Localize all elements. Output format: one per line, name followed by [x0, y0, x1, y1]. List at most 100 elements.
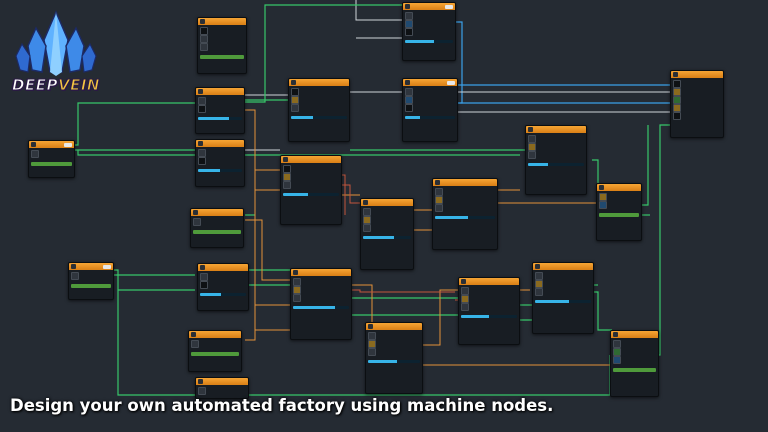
marketing-caption: Design your own automated factory using … — [10, 396, 554, 415]
node-build-button[interactable] — [31, 162, 72, 166]
slot[interactable] — [613, 340, 621, 348]
machine-node[interactable] — [195, 139, 245, 187]
slot[interactable] — [293, 286, 301, 294]
machine-node[interactable] — [432, 178, 498, 250]
slot[interactable] — [363, 208, 371, 216]
slot[interactable] — [291, 88, 299, 96]
machine-icon — [528, 127, 533, 132]
slot[interactable] — [673, 80, 681, 88]
crystal-logo-icon — [15, 10, 97, 76]
slot[interactable] — [405, 104, 413, 112]
machine-node[interactable] — [197, 17, 247, 74]
slot[interactable] — [535, 280, 543, 288]
machine-icon — [599, 185, 604, 190]
slot[interactable] — [673, 88, 681, 96]
slot[interactable] — [200, 43, 208, 51]
slot[interactable] — [198, 387, 206, 395]
machine-node[interactable] — [190, 208, 244, 248]
slot[interactable] — [363, 216, 371, 224]
slot[interactable] — [528, 143, 536, 151]
slot[interactable] — [599, 201, 607, 209]
slot[interactable] — [31, 150, 39, 158]
slot[interactable] — [283, 165, 291, 173]
machine-icon — [198, 379, 203, 384]
slot[interactable] — [191, 340, 199, 348]
machine-node[interactable] — [596, 183, 642, 241]
slot[interactable] — [461, 303, 469, 311]
node-build-button[interactable] — [599, 213, 639, 217]
slot[interactable] — [293, 294, 301, 302]
node-build-button[interactable] — [200, 55, 244, 59]
machine-icon — [535, 264, 540, 269]
slot[interactable] — [435, 204, 443, 212]
node-toggle[interactable] — [64, 142, 72, 147]
slot[interactable] — [198, 97, 206, 105]
slot[interactable] — [535, 288, 543, 296]
slot[interactable] — [405, 88, 413, 96]
slot[interactable] — [198, 105, 206, 113]
node-build-button[interactable] — [71, 284, 111, 288]
machine-node[interactable] — [402, 78, 458, 142]
slot[interactable] — [405, 12, 413, 20]
slot[interactable] — [283, 181, 291, 189]
slot[interactable] — [461, 295, 469, 303]
slot[interactable] — [435, 196, 443, 204]
machine-node[interactable] — [188, 330, 242, 372]
factory-canvas[interactable]: DEEPVEIN Design your own automated facto… — [0, 0, 768, 432]
node-toggle[interactable] — [103, 264, 111, 269]
slot[interactable] — [405, 28, 413, 36]
slot[interactable] — [368, 340, 376, 348]
slot[interactable] — [363, 224, 371, 232]
slot[interactable] — [200, 273, 208, 281]
slot[interactable] — [673, 112, 681, 120]
slot[interactable] — [200, 27, 208, 35]
slot[interactable] — [291, 96, 299, 104]
slot[interactable] — [291, 104, 299, 112]
slot[interactable] — [528, 135, 536, 143]
slot[interactable] — [405, 20, 413, 28]
slot[interactable] — [293, 278, 301, 286]
slot[interactable] — [198, 149, 206, 157]
node-build-button[interactable] — [191, 352, 239, 356]
slot[interactable] — [435, 188, 443, 196]
machine-node[interactable] — [280, 155, 342, 225]
slot[interactable] — [613, 348, 621, 356]
slot[interactable] — [368, 332, 376, 340]
node-toggle[interactable] — [447, 80, 455, 85]
machine-node[interactable] — [670, 70, 724, 138]
node-build-button[interactable] — [613, 368, 656, 372]
slot[interactable] — [405, 96, 413, 104]
slot[interactable] — [613, 356, 621, 364]
machine-node[interactable] — [525, 125, 587, 195]
slot[interactable] — [200, 35, 208, 43]
slot[interactable] — [198, 157, 206, 165]
slot[interactable] — [673, 104, 681, 112]
node-build-button[interactable] — [193, 230, 241, 234]
slot[interactable] — [200, 281, 208, 289]
node-toggle[interactable] — [445, 4, 453, 9]
slot[interactable] — [528, 151, 536, 159]
machine-node[interactable] — [195, 87, 245, 134]
machine-node[interactable] — [197, 263, 249, 311]
slot[interactable] — [283, 173, 291, 181]
machine-node[interactable] — [365, 322, 423, 394]
slot[interactable] — [368, 348, 376, 356]
machine-node[interactable] — [28, 140, 75, 178]
progress-bar — [535, 300, 591, 303]
machine-node[interactable] — [288, 78, 350, 142]
machine-node[interactable] — [68, 262, 114, 300]
progress-bar — [293, 306, 349, 309]
machine-node[interactable] — [458, 277, 520, 345]
slot[interactable] — [535, 272, 543, 280]
machine-node[interactable] — [610, 330, 659, 397]
machine-node[interactable] — [290, 268, 352, 340]
machine-node[interactable] — [532, 262, 594, 334]
machine-node[interactable] — [360, 198, 414, 270]
slot[interactable] — [71, 272, 79, 280]
blue-wires — [454, 21, 670, 104]
slot[interactable] — [461, 287, 469, 295]
machine-node[interactable] — [402, 2, 456, 61]
slot[interactable] — [673, 96, 681, 104]
slot[interactable] — [599, 193, 607, 201]
slot[interactable] — [193, 218, 201, 226]
